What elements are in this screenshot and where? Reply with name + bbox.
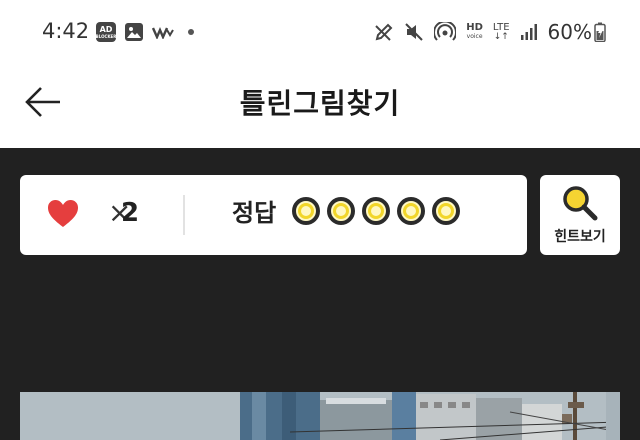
answer-circle [362, 197, 390, 225]
status-time: 4:42 [42, 19, 90, 43]
battery-percentage: 60% [547, 20, 592, 44]
heart-icon [48, 200, 78, 227]
answer-circle [397, 197, 425, 225]
lte-icon: LTE ↓↑ [492, 21, 510, 42]
puzzle-image[interactable] [20, 392, 620, 440]
ad-blocker-icon: AD BLOCKER [96, 22, 116, 42]
hotspot-icon [434, 22, 457, 41]
signal-icon [520, 24, 537, 40]
hint-button[interactable]: 힌트보기 [540, 175, 620, 255]
battery-icon [594, 22, 606, 42]
city-buildings-image [20, 392, 620, 440]
panel-divider [183, 195, 185, 235]
app-notification-icon [152, 26, 174, 39]
page-title: 틀린그림찾기 [239, 87, 401, 120]
mute-icon [405, 23, 423, 41]
app-header: 틀린그림찾기 [0, 64, 640, 148]
pen-icon [375, 23, 393, 41]
game-area: × 2 정답 힌트보기 [0, 148, 640, 440]
answer-label: 정답 [232, 199, 277, 227]
system-icons: HD voice LTE ↓↑ 60% [374, 20, 606, 44]
answer-circle [327, 197, 355, 225]
notification-icons: AD BLOCKER [96, 22, 194, 42]
magnifier-icon [563, 186, 598, 221]
lives-count: 2 [121, 198, 140, 228]
status-bar: 4:42 AD BLOCKER HD voice LTE ↓↑ 60% [0, 0, 640, 64]
answer-circle [432, 197, 460, 225]
hint-label: 힌트보기 [554, 229, 606, 245]
hd-voice-icon: HD voice [466, 22, 483, 41]
dot-icon [188, 29, 194, 35]
answer-circle [292, 197, 320, 225]
gallery-icon [125, 23, 143, 41]
score-panel: × 2 정답 [20, 175, 527, 255]
answer-progress [292, 197, 460, 225]
